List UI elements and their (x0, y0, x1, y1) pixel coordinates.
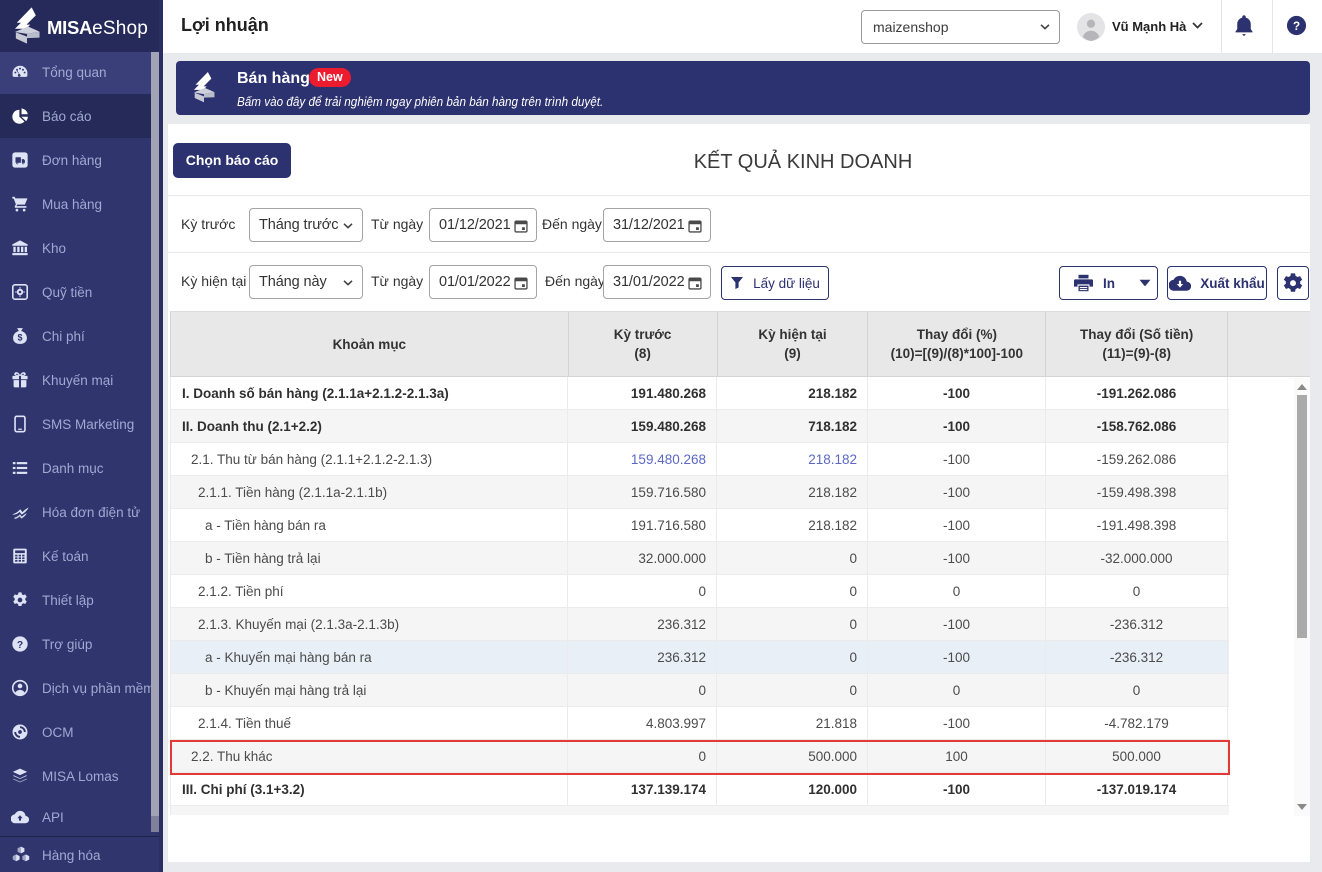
svg-text:$: $ (17, 333, 22, 343)
svg-text:?: ? (1293, 20, 1300, 33)
svg-text:?: ? (17, 640, 23, 651)
